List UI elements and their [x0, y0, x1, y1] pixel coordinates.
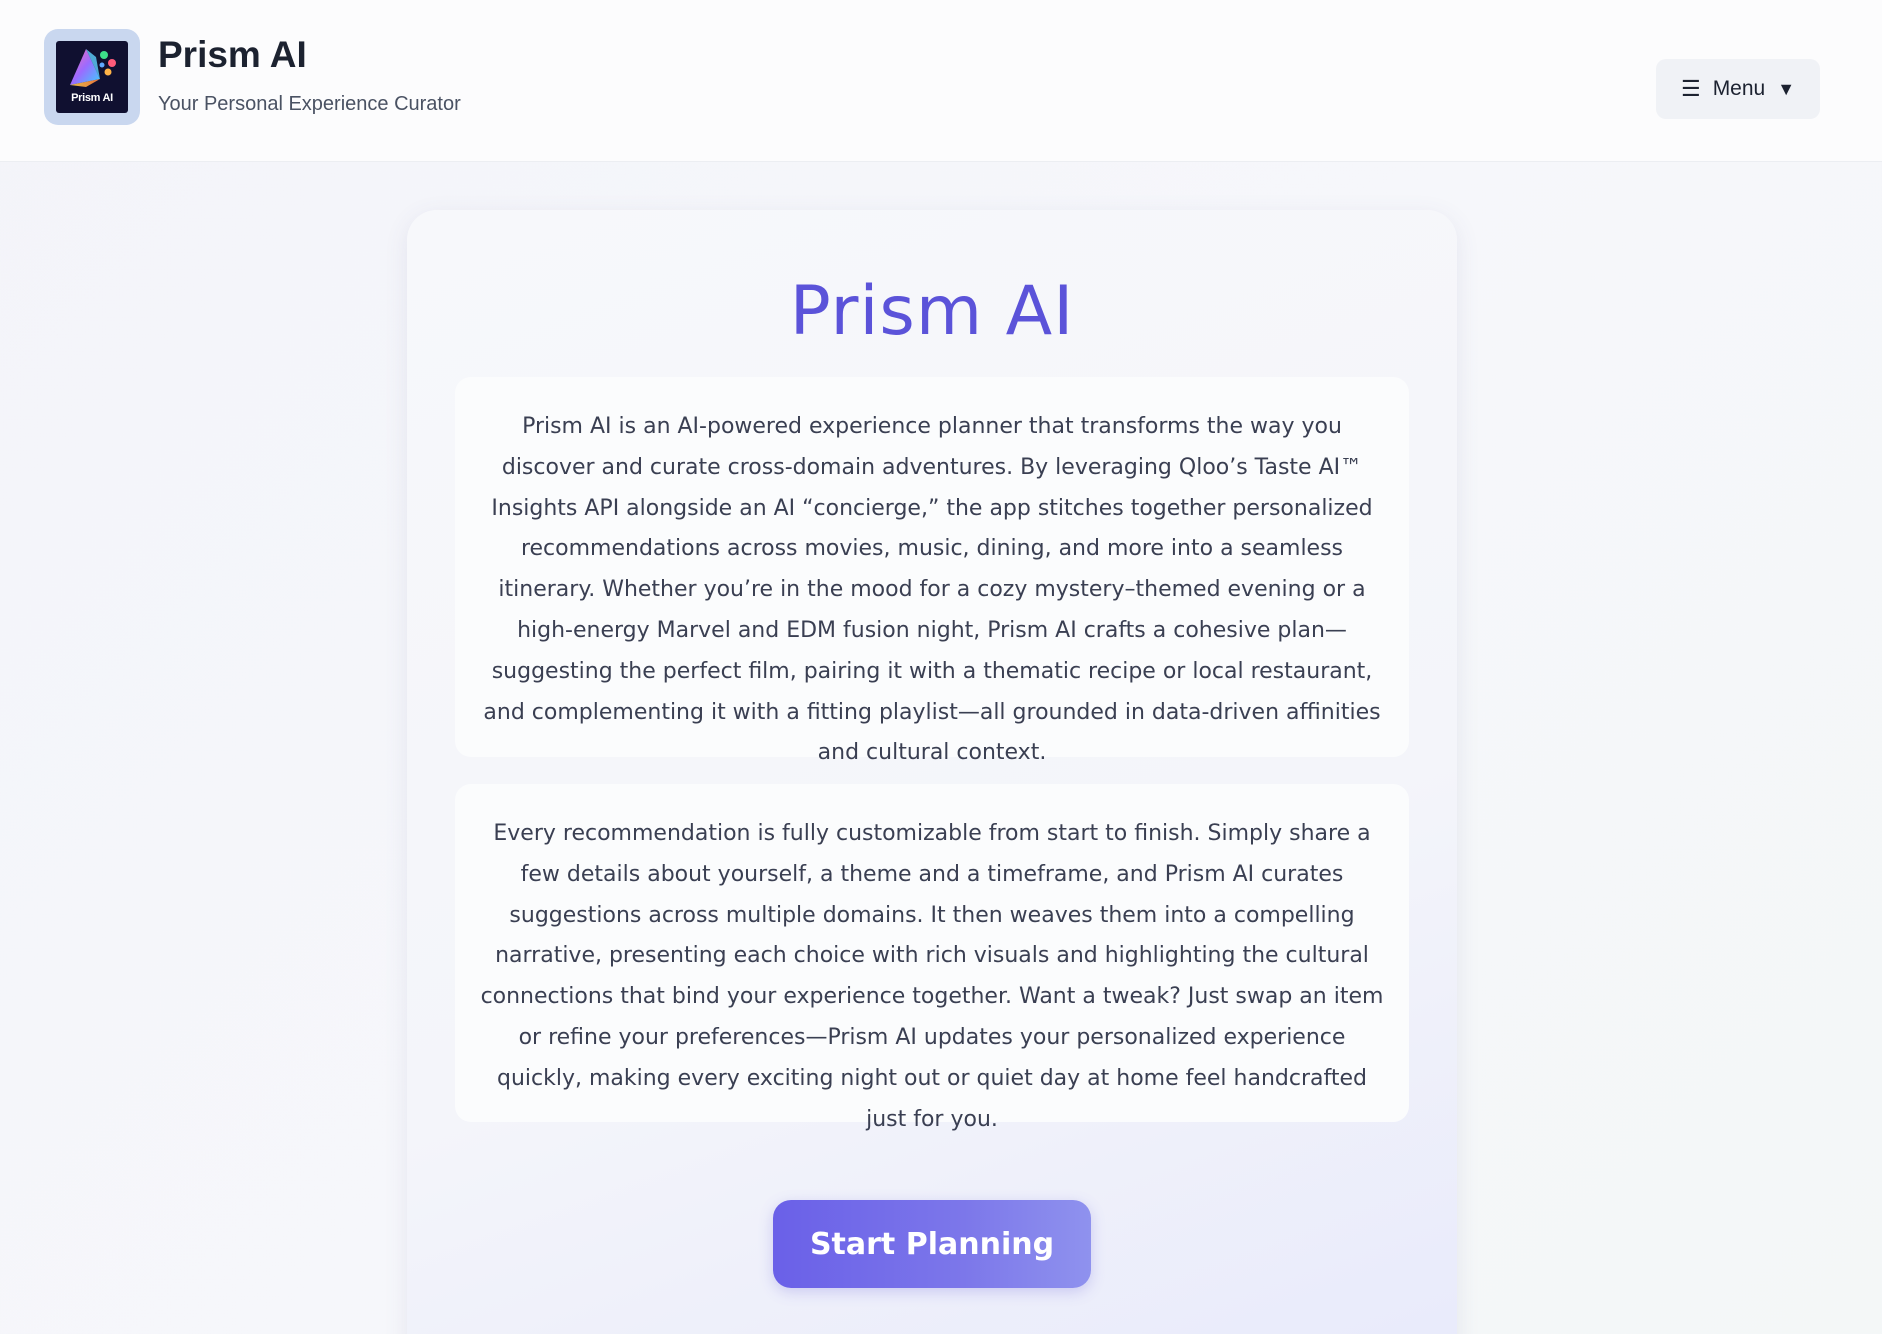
app-subtitle: Your Personal Experience Curator [158, 93, 461, 115]
menu-label: Menu [1712, 77, 1766, 100]
prism-logo-icon: Prism AI [56, 41, 128, 113]
hamburger-icon: ☰ [1680, 76, 1701, 101]
app-header: Prism AI Prism AI Your Personal Experien… [0, 0, 1882, 162]
intro-card: Prism AI Prism AI is an AI-powered exper… [407, 210, 1457, 1334]
page-title: Prism AI [789, 272, 1075, 351]
customization-paragraph: Every recommendation is fully customizab… [455, 784, 1409, 1132]
app-title: Prism AI [158, 34, 307, 75]
app-logo[interactable]: Prism AI [44, 29, 140, 125]
caret-down-icon: ▼ [1777, 78, 1796, 99]
description-paragraph: Prism AI is an AI-powered experience pla… [455, 377, 1409, 765]
start-planning-button[interactable]: Start Planning [773, 1200, 1091, 1288]
logo-text: Prism AI [71, 92, 113, 104]
menu-button[interactable]: ☰ Menu ▼ [1656, 59, 1820, 119]
